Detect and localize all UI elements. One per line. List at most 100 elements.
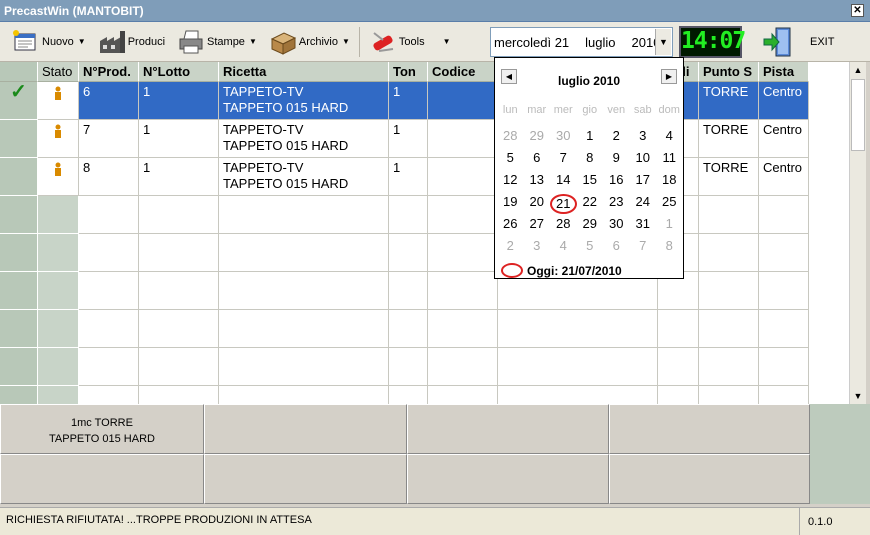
produci-button[interactable]: Produci bbox=[92, 24, 171, 60]
calendar-day[interactable]: 18 bbox=[656, 172, 683, 187]
date-picker[interactable]: mercoledì 21 luglio 2010 ▼ bbox=[490, 27, 673, 57]
archivio-button[interactable]: Archivio ▼ bbox=[263, 24, 356, 60]
calendar-day[interactable]: 4 bbox=[550, 238, 577, 253]
tools-label: Tools bbox=[398, 35, 425, 48]
calendar-day[interactable]: 30 bbox=[603, 216, 630, 231]
col-stato[interactable]: Stato bbox=[38, 62, 79, 82]
calendar-day[interactable]: 30 bbox=[550, 128, 577, 143]
calendar-day[interactable]: 25 bbox=[656, 194, 683, 214]
calendar-day[interactable]: 19 bbox=[497, 194, 524, 214]
calendar-day[interactable]: 13 bbox=[524, 172, 551, 187]
calendar-day[interactable]: 1 bbox=[656, 216, 683, 231]
calendar-day[interactable]: 7 bbox=[630, 238, 657, 253]
queue-cell[interactable] bbox=[407, 404, 609, 454]
printer-icon bbox=[177, 29, 203, 55]
calendar-week: 12 13 14 15 16 17 18 bbox=[497, 172, 683, 187]
calendar-day[interactable]: 2 bbox=[497, 238, 524, 253]
col-ton[interactable]: Ton bbox=[389, 62, 428, 82]
queue-cell[interactable]: 1mc TORRE TAPPETO 015 HARD bbox=[0, 404, 204, 454]
col-ricetta[interactable]: Ricetta bbox=[219, 62, 389, 82]
stampe-button[interactable]: Stampe ▼ bbox=[171, 24, 263, 60]
punto-cell: TORRE bbox=[699, 158, 759, 196]
calendar-day[interactable]: 2 bbox=[603, 128, 630, 143]
exit-icon[interactable] bbox=[762, 26, 794, 58]
calendar-day[interactable]: 8 bbox=[656, 238, 683, 253]
vertical-scrollbar[interactable]: ▲ ▼ bbox=[849, 62, 866, 404]
ton-cell: 1 bbox=[389, 158, 428, 196]
calendar-day[interactable]: 4 bbox=[656, 128, 683, 143]
today-link[interactable]: Oggi: 21/07/2010 bbox=[501, 263, 622, 278]
empty-table-row bbox=[0, 310, 849, 348]
queue-cell[interactable] bbox=[204, 454, 407, 504]
scroll-up-icon[interactable]: ▲ bbox=[850, 62, 866, 78]
date-month: luglio bbox=[585, 34, 616, 50]
nprod-cell: 8 bbox=[79, 158, 139, 196]
close-button[interactable]: ✕ bbox=[851, 4, 864, 17]
calendar-day[interactable]: 1 bbox=[577, 128, 604, 143]
exit-label[interactable]: EXIT bbox=[810, 36, 834, 48]
calendar-day[interactable]: 6 bbox=[603, 238, 630, 253]
calendar-day[interactable]: 23 bbox=[603, 194, 630, 214]
calendar-day[interactable]: 10 bbox=[630, 150, 657, 165]
table-row[interactable]: 8 1 TAPPETO-TVTAPPETO 015 HARD 1 1 TORRE… bbox=[0, 158, 849, 196]
next-month-button[interactable]: ▶ bbox=[661, 69, 677, 84]
col-codice[interactable]: Codice bbox=[428, 62, 498, 82]
person-icon bbox=[55, 162, 61, 176]
punto-cell: TORRE bbox=[699, 120, 759, 158]
col-nprod[interactable]: N°Prod. bbox=[79, 62, 139, 82]
state-cell bbox=[38, 158, 79, 196]
date-weekday: mercoledì 21 bbox=[494, 34, 570, 50]
calendar-day[interactable]: 29 bbox=[577, 216, 604, 231]
col-punto[interactable]: Punto S bbox=[699, 62, 759, 82]
calendar-day[interactable]: 9 bbox=[603, 150, 630, 165]
state-cell bbox=[38, 120, 79, 158]
calendar-day[interactable]: 20 bbox=[524, 194, 551, 214]
tools-button[interactable]: Tools ▼ bbox=[363, 24, 473, 60]
scroll-down-icon[interactable]: ▼ bbox=[850, 388, 866, 404]
calendar-day[interactable]: 14 bbox=[550, 172, 577, 187]
queue-cell[interactable] bbox=[609, 454, 810, 504]
nlotto-cell: 1 bbox=[139, 120, 219, 158]
table-row[interactable]: 7 1 TAPPETO-TVTAPPETO 015 HARD 1 1 TORRE… bbox=[0, 120, 849, 158]
calendar-popup: ◀ luglio 2010 ▶ lun mar mer gio ven sab dom 28… bbox=[494, 57, 684, 279]
col-nlotto[interactable]: N°Lotto bbox=[139, 62, 219, 82]
calendar-day[interactable]: 11 bbox=[656, 150, 683, 165]
calendar-day[interactable]: 3 bbox=[524, 238, 551, 253]
calendar-day[interactable]: 28 bbox=[497, 128, 524, 143]
calendar-day[interactable]: 24 bbox=[630, 194, 657, 214]
calendar-day[interactable]: 6 bbox=[524, 150, 551, 165]
calendar-day[interactable]: 16 bbox=[603, 172, 630, 187]
nuovo-button[interactable]: Nuovo ▼ bbox=[6, 24, 92, 60]
stampe-label: Stampe bbox=[207, 35, 245, 48]
table-row[interactable]: ✓ 6 1 TAPPETO-TVTAPPETO 015 HARD 1 1 TOR… bbox=[0, 82, 849, 120]
calendar-day[interactable]: 5 bbox=[577, 238, 604, 253]
toolbar-separator bbox=[358, 26, 360, 57]
queue-cell[interactable] bbox=[0, 454, 204, 504]
calendar-day[interactable]: 31 bbox=[630, 216, 657, 231]
calendar-day[interactable]: 21 bbox=[550, 194, 577, 214]
date-dropdown-button[interactable]: ▼ bbox=[655, 29, 671, 55]
queue-cell[interactable] bbox=[609, 404, 810, 454]
empty-table-row bbox=[0, 234, 849, 272]
col-pista[interactable]: Pista bbox=[759, 62, 809, 82]
calendar-day[interactable]: 8 bbox=[577, 150, 604, 165]
calendar-day[interactable]: 15 bbox=[577, 172, 604, 187]
calendar-day[interactable]: 12 bbox=[497, 172, 524, 187]
calendar-day[interactable]: 5 bbox=[497, 150, 524, 165]
calendar-day[interactable]: 29 bbox=[524, 128, 551, 143]
empty-table-row bbox=[0, 272, 849, 310]
queue-cell[interactable] bbox=[407, 454, 609, 504]
calendar-day[interactable]: 27 bbox=[524, 216, 551, 231]
bottom-panel: 1mc TORRE TAPPETO 015 HARD bbox=[0, 404, 870, 504]
scroll-thumb[interactable] bbox=[851, 79, 865, 151]
calendar-day[interactable]: 28 bbox=[550, 216, 577, 231]
factory-icon bbox=[98, 29, 125, 55]
calendar-day[interactable]: 17 bbox=[630, 172, 657, 187]
calendar-day[interactable]: 26 bbox=[497, 216, 524, 231]
produci-label: Produci bbox=[127, 35, 166, 48]
queue-cell[interactable] bbox=[204, 404, 407, 454]
calendar-day[interactable]: 3 bbox=[630, 128, 657, 143]
calendar-day[interactable]: 7 bbox=[550, 150, 577, 165]
archivio-label: Archivio bbox=[298, 35, 338, 48]
calendar-day[interactable]: 22 bbox=[577, 194, 604, 214]
